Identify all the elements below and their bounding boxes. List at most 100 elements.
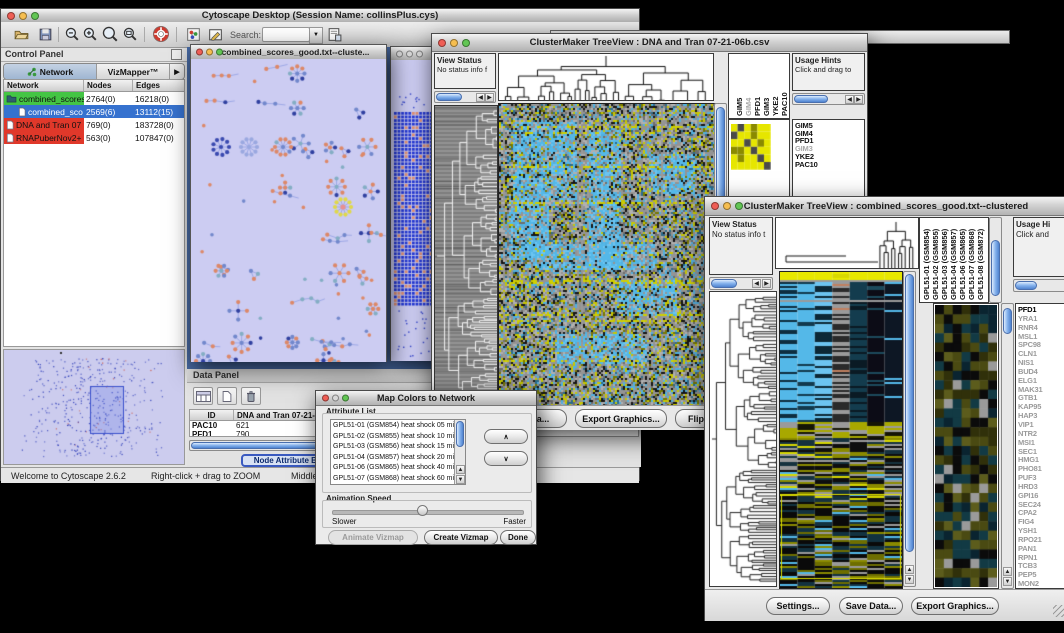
main-titlebar[interactable]: Cytoscape Desktop (Session Name: collins… [1, 9, 639, 23]
zoom-selected-icon[interactable] [101, 25, 119, 48]
close-icon[interactable] [196, 49, 203, 56]
zoom-window-icon[interactable] [735, 202, 743, 210]
close-icon[interactable] [7, 12, 15, 20]
speed-slider-track[interactable] [332, 510, 524, 515]
attribute-item[interactable]: GPL51-07 (GSM868) heat shock 60 min [333, 474, 463, 485]
file-icon [6, 133, 14, 143]
network-canvas[interactable] [191, 59, 386, 362]
labels-vscrollbar[interactable] [989, 217, 1002, 303]
minimize-icon[interactable] [723, 202, 731, 210]
hints-hscrollbar[interactable]: ◀▶ [792, 93, 865, 105]
zoom-window-icon[interactable] [216, 49, 223, 56]
network-overview-panel[interactable] [3, 349, 185, 465]
window-controls[interactable] [7, 12, 39, 20]
zoom-window-icon[interactable] [31, 12, 39, 20]
minimize-icon[interactable] [19, 12, 27, 20]
status-hscrollbar[interactable]: ◀▶ [709, 277, 773, 290]
save-icon[interactable] [37, 26, 54, 48]
open-icon[interactable] [13, 26, 30, 48]
attribute-item[interactable]: GPL51-03 (GSM856) heat shock 15 min [333, 442, 463, 453]
export-graphics-button[interactable]: Export Graphics... [911, 597, 999, 615]
scroll-thumb[interactable] [436, 93, 462, 101]
new-attribute-icon[interactable] [217, 387, 237, 405]
zoom-fit-icon[interactable] [122, 26, 139, 48]
zoom-in-icon[interactable] [82, 26, 99, 48]
network-view-titlebar[interactable]: combined_scores_good.txt--cluste... [191, 45, 386, 60]
close-icon[interactable] [322, 395, 329, 402]
array-column-label: GPL51-08 (GSM872) [976, 220, 985, 300]
scroll-thumb[interactable] [456, 421, 464, 447]
scroll-thumb[interactable] [905, 274, 914, 552]
treeview-dna-title: ClusterMaker TreeView : DNA and Tran 07-… [530, 37, 770, 48]
scroll-thumb[interactable] [1003, 308, 1012, 334]
scroll-thumb[interactable] [711, 279, 737, 288]
attribute-listbox[interactable]: GPL51-01 (GSM854) heat shock 05 minGPL51… [330, 419, 466, 485]
matrix-column-label: GIM5 [735, 56, 744, 116]
float-panel-icon[interactable] [171, 49, 182, 60]
attribute-item[interactable]: GPL51-06 (GSM865) heat shock 40 min [333, 463, 463, 474]
tab-overflow-arrow[interactable]: ▶ [170, 64, 184, 79]
zoom-vscrollbar[interactable]: ▲▼ [1001, 303, 1014, 589]
attribute-item[interactable]: GPL51-04 (GSM857) heat shock 20 min [333, 453, 463, 464]
attr-col-id: ID [190, 410, 234, 420]
scroll-thumb[interactable] [1015, 281, 1037, 290]
attribute-select-icon[interactable] [193, 387, 213, 405]
heatmap-vscrollbar[interactable]: ▲▼ [903, 271, 916, 587]
column-dendrogram-canvas[interactable] [499, 54, 713, 100]
minimize-icon[interactable] [450, 39, 458, 47]
move-down-button[interactable]: ∨ [484, 451, 528, 466]
zoom-window-icon[interactable] [416, 50, 423, 57]
close-icon[interactable] [396, 50, 403, 57]
col-nodes: Nodes [84, 80, 133, 91]
row-dendrogram-canvas[interactable] [710, 292, 776, 586]
heatmap-canvas[interactable] [498, 103, 716, 407]
treeview-combined-titlebar[interactable]: ClusterMaker TreeView : combined_scores_… [705, 197, 1064, 216]
zoom-out-icon[interactable] [64, 26, 81, 48]
done-button[interactable]: Done [500, 530, 536, 545]
attribute-item[interactable]: GPL51-02 (GSM855) heat shock 10 min [333, 432, 463, 443]
tab-network[interactable]: Network [4, 64, 97, 79]
network-overview-canvas[interactable] [4, 350, 184, 464]
row-dendrogram-canvas[interactable] [434, 105, 498, 407]
search-input[interactable] [262, 27, 310, 42]
network-list-header[interactable]: Network Nodes Edges [4, 80, 184, 92]
network-row[interactable]: DNA and Tran 07 769(0) 183728(0) [4, 118, 184, 131]
zoom-heatmap-canvas[interactable] [935, 305, 997, 587]
network-row[interactable]: combined_scores 2764(0) 16218(0) [4, 92, 184, 105]
zoom-window-icon[interactable] [462, 39, 470, 47]
hints-hscrollbar[interactable] [1013, 279, 1064, 292]
scroll-thumb[interactable] [991, 240, 1000, 296]
move-up-button[interactable]: ∧ [484, 429, 528, 444]
minimize-icon[interactable] [206, 49, 213, 56]
dendro-hscrollbar[interactable]: ◀▶ [434, 91, 496, 103]
similarity-matrix-canvas[interactable] [731, 124, 771, 170]
minimize-icon[interactable] [406, 50, 413, 57]
column-dendrogram-canvas[interactable] [776, 218, 918, 268]
resize-grip[interactable] [1053, 605, 1064, 617]
usage-hints-title: Usage Hints [795, 56, 841, 65]
control-panel-title: Control Panel [5, 49, 64, 59]
export-graphics-button[interactable]: Export Graphics... [575, 409, 667, 428]
settings-button[interactable]: Settings... [766, 597, 830, 615]
animate-vizmap-button[interactable]: Animate Vizmap [328, 530, 418, 545]
close-icon[interactable] [438, 39, 446, 47]
heatmap-canvas[interactable] [779, 271, 903, 589]
search-dropdown[interactable]: ▼ [309, 27, 323, 44]
delete-attribute-icon[interactable] [241, 387, 261, 405]
speed-slider-thumb[interactable] [417, 505, 428, 516]
view-status-panel: View Status No status info f [434, 53, 496, 89]
network-row-selected[interactable]: combined_sco 2569(6) 13112(15) [4, 105, 184, 118]
dialog-titlebar[interactable]: Map Colors to Network [316, 391, 536, 406]
dialog-title: Map Colors to Network [377, 393, 475, 403]
attribute-item[interactable]: GPL51-01 (GSM854) heat shock 05 min [333, 421, 463, 432]
treeview-dna-titlebar[interactable]: ClusterMaker TreeView : DNA and Tran 07-… [432, 34, 867, 52]
create-vizmap-button[interactable]: Create Vizmap [424, 530, 498, 545]
close-icon[interactable] [711, 202, 719, 210]
minimize-icon[interactable] [332, 395, 339, 402]
save-data-button[interactable]: Save Data... [839, 597, 903, 615]
network-row[interactable]: RNAPuberNov2+ 563(0) 107847(0) [4, 131, 184, 144]
scroll-thumb[interactable] [794, 95, 828, 103]
help-ring-icon[interactable] [152, 25, 170, 48]
zoom-window-icon[interactable] [342, 395, 349, 402]
tab-vizmapper[interactable]: VizMapper™ [97, 64, 170, 79]
